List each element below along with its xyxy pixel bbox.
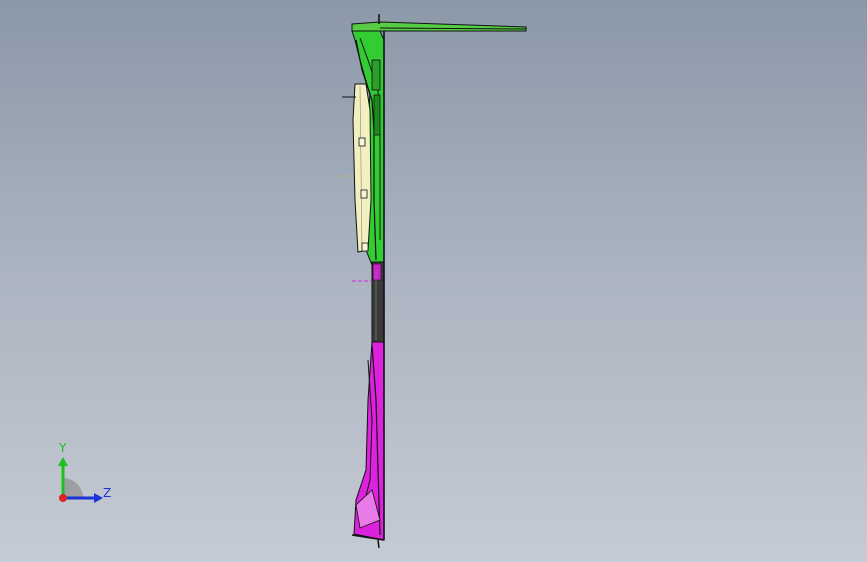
part-model[interactable]: [0, 0, 867, 562]
orientation-triad[interactable]: Y Z: [48, 440, 118, 510]
graphics-viewport[interactable]: Y Z: [0, 0, 867, 562]
x-axis-dot: [59, 494, 67, 502]
lower-magenta-section: [351, 341, 385, 549]
cream-panel: [340, 83, 372, 253]
middle-section: [352, 261, 385, 343]
z-axis-label: Z: [103, 486, 112, 500]
top-flange: [351, 21, 527, 32]
y-axis-label: Y: [59, 441, 67, 455]
